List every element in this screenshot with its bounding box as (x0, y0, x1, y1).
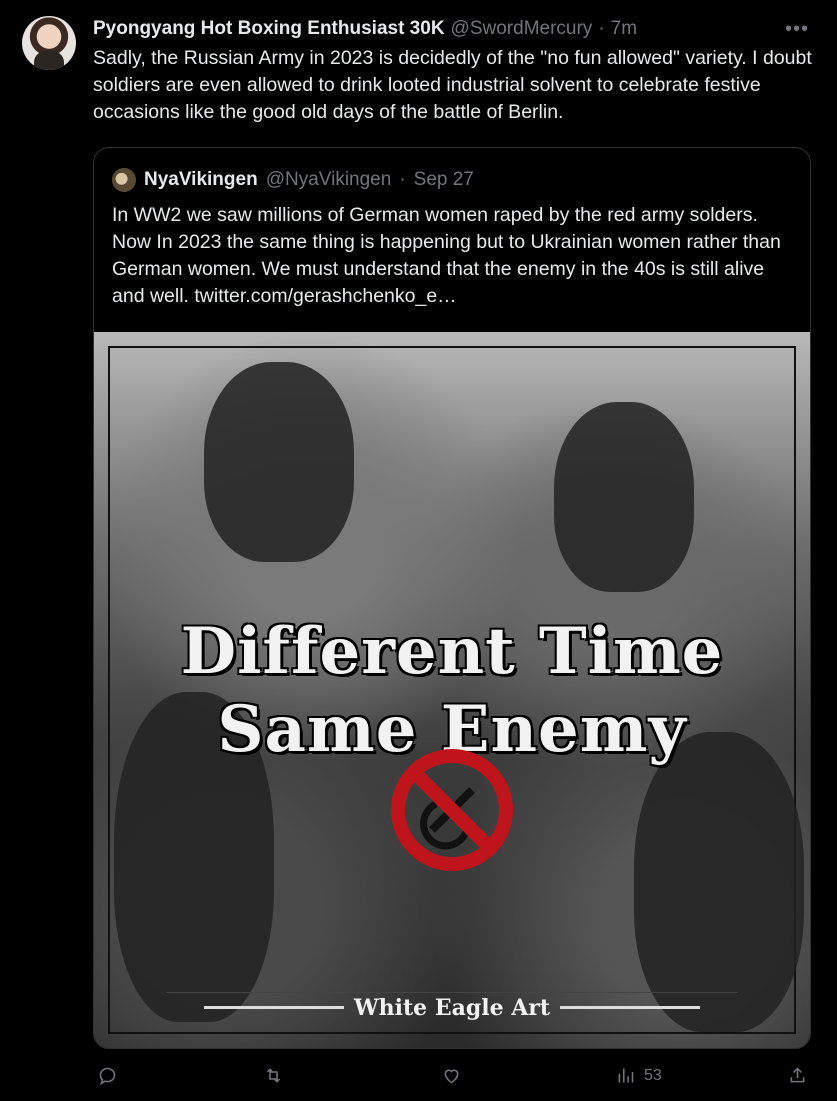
author-handle[interactable]: @SwordMercury (451, 18, 593, 40)
image-banner: White Eagle Art (166, 992, 738, 1022)
reply-icon (99, 1067, 116, 1086)
retweet-icon (266, 1068, 281, 1083)
views-icon (618, 1068, 634, 1083)
quoted-tweet-text: In WW2 we saw millions of German women r… (112, 204, 781, 307)
separator-dot: · (399, 169, 406, 190)
quoted-tweet-header: NyaVikingen @NyaVikingen · Sep 27 (112, 168, 474, 192)
views-button[interactable]: 53 (615, 1065, 662, 1086)
author-display-name[interactable]: Pyongyang Hot Boxing Enthusiast 30K (93, 18, 445, 40)
banner-text: White Eagle Art (353, 994, 551, 1021)
like-icon (444, 1069, 459, 1084)
sword-left-icon (203, 1006, 344, 1009)
quoted-author-handle[interactable]: @NyaVikingen (266, 169, 392, 191)
share-button[interactable] (787, 1065, 808, 1086)
author-avatar[interactable] (22, 16, 76, 70)
figure-soldier-left (204, 362, 354, 562)
views-count: 53 (644, 1066, 662, 1084)
quoted-tweet-image[interactable]: Different Time Same Enemy White Eagle Ar… (94, 332, 810, 1048)
quoted-tweet[interactable]: NyaVikingen @NyaVikingen · Sep 27 In WW2… (93, 147, 811, 1049)
figure-bottom-right (634, 732, 804, 1032)
sword-right-icon (560, 1006, 701, 1009)
retweet-button[interactable] (263, 1065, 284, 1086)
quoted-author-display-name[interactable]: NyaVikingen (144, 169, 258, 191)
tweet-text: Sadly, the Russian Army in 2023 is decid… (93, 47, 812, 123)
banned-hammer-sickle-icon (391, 749, 513, 871)
share-icon (790, 1067, 805, 1083)
figure-soldier-right (554, 402, 694, 592)
image-title-line-1: Different Time (180, 614, 724, 689)
quoted-tweet-date[interactable]: Sep 27 (414, 169, 474, 191)
like-button[interactable] (441, 1065, 462, 1086)
more-options-icon[interactable]: ••• (785, 18, 809, 41)
separator-dot: · (598, 18, 605, 39)
tweet-actions: 53 (93, 1065, 813, 1095)
reply-button[interactable] (97, 1065, 118, 1086)
tweet-header: Pyongyang Hot Boxing Enthusiast 30K @Swo… (93, 18, 777, 44)
tweet-timestamp[interactable]: 7m (611, 18, 637, 40)
quoted-author-avatar[interactable] (112, 168, 136, 192)
